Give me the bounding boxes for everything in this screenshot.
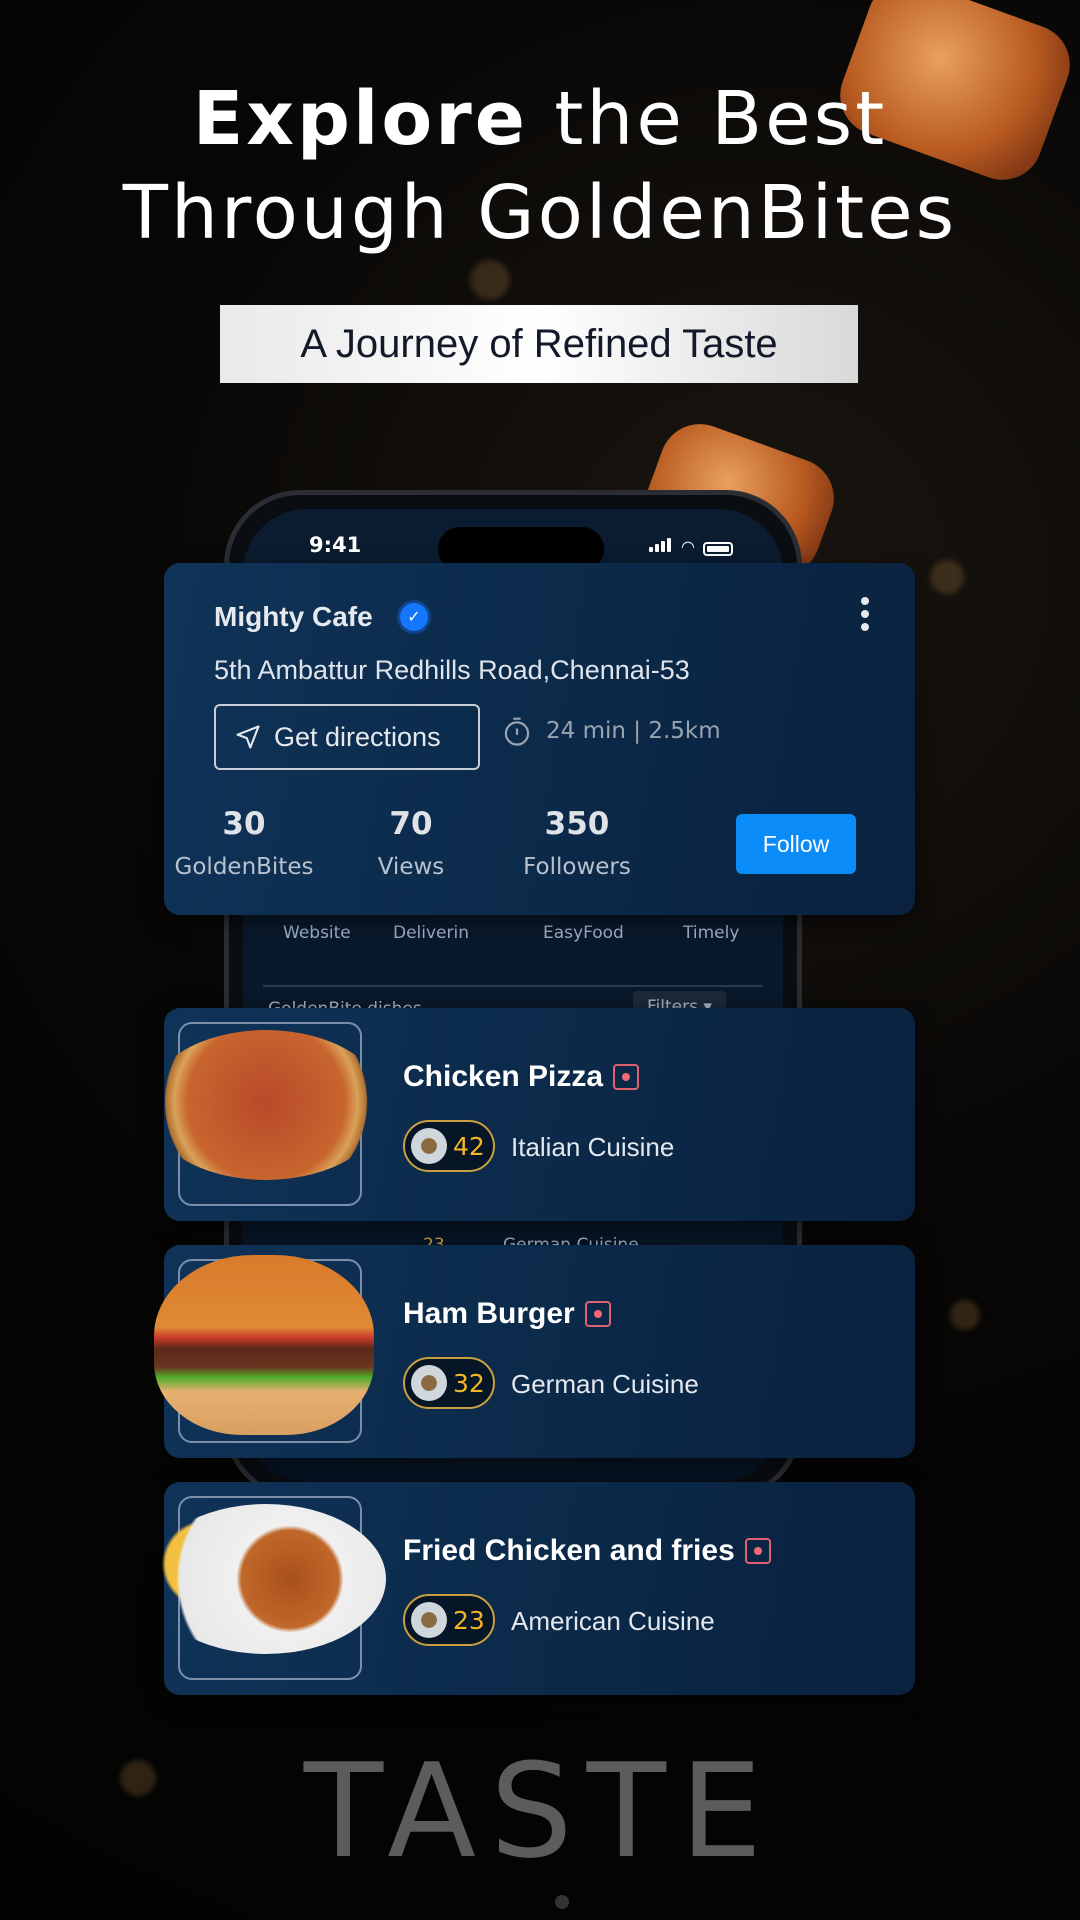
divider — [263, 985, 763, 987]
dish-name: Chicken Pizza — [403, 1060, 640, 1094]
dish-card[interactable]: Ham Burger 32 German Cuisine — [154, 1245, 915, 1458]
dish-name: Fried Chicken and fries — [403, 1534, 771, 1568]
medal-icon — [411, 1365, 447, 1401]
goldenbite-count-badge: 32 — [403, 1357, 495, 1409]
dish-card[interactable]: Fried Chicken and fries 23 American Cuis… — [146, 1482, 915, 1695]
fried-chicken-image — [146, 1504, 386, 1654]
feature-easyfood: EasyFood — [543, 923, 624, 943]
medal-icon — [411, 1602, 447, 1638]
navigation-arrow-icon — [236, 725, 260, 749]
non-veg-icon — [613, 1064, 640, 1090]
feature-delivery: Deliverin — [393, 923, 470, 943]
feature-website: Website — [283, 923, 351, 943]
signal-icon — [649, 537, 673, 556]
burger-image — [154, 1255, 374, 1435]
feature-timely: Timely — [683, 923, 740, 943]
follow-button[interactable]: Follow — [736, 814, 856, 874]
hero-title: Explore the Best Through GoldenBites — [122, 76, 958, 256]
non-veg-icon — [744, 1538, 771, 1564]
get-directions-button[interactable]: Get directions — [214, 704, 480, 770]
dish-card[interactable]: Chicken Pizza 42 Italian Cuisine — [146, 1008, 915, 1221]
cafe-address: 5th Ambattur Redhills Road,Chennai-53 — [214, 655, 690, 685]
dish-cuisine: American Cuisine — [511, 1606, 715, 1636]
dish-cuisine: German Cuisine — [511, 1369, 699, 1399]
stat-goldenbites: 30 GoldenBites — [174, 806, 314, 880]
cafe-card: Mighty Cafe ✓ 5th Ambattur Redhills Road… — [164, 563, 915, 915]
non-veg-icon — [584, 1301, 611, 1327]
cafe-name: Mighty Cafe — [214, 601, 373, 632]
hero-subtitle: A Journey of Refined Taste — [220, 305, 858, 383]
stopwatch-icon — [504, 717, 530, 746]
pizza-image — [146, 1030, 386, 1180]
bokeh — [470, 260, 510, 300]
brand-logo: TASTE — [303, 1735, 777, 1887]
bokeh — [930, 560, 964, 594]
dish-cuisine: Italian Cuisine — [511, 1132, 675, 1162]
bokeh — [950, 1300, 980, 1330]
wifi-icon: ◠ — [681, 537, 695, 556]
stat-followers: 350 Followers — [523, 806, 631, 880]
dish-name: Ham Burger — [403, 1297, 611, 1331]
more-options-icon[interactable] — [861, 597, 871, 636]
verified-badge-icon: ✓ — [400, 603, 428, 631]
eta: 24 min | 2.5km — [502, 715, 721, 747]
stat-views: 70 Views — [377, 806, 445, 880]
page-indicator — [555, 1895, 569, 1909]
goldenbite-count-badge: 23 — [403, 1594, 495, 1646]
battery-icon — [703, 542, 733, 556]
goldenbite-count-badge: 42 — [403, 1120, 495, 1172]
status-time: 9:41 — [309, 533, 362, 557]
medal-icon — [411, 1128, 447, 1164]
